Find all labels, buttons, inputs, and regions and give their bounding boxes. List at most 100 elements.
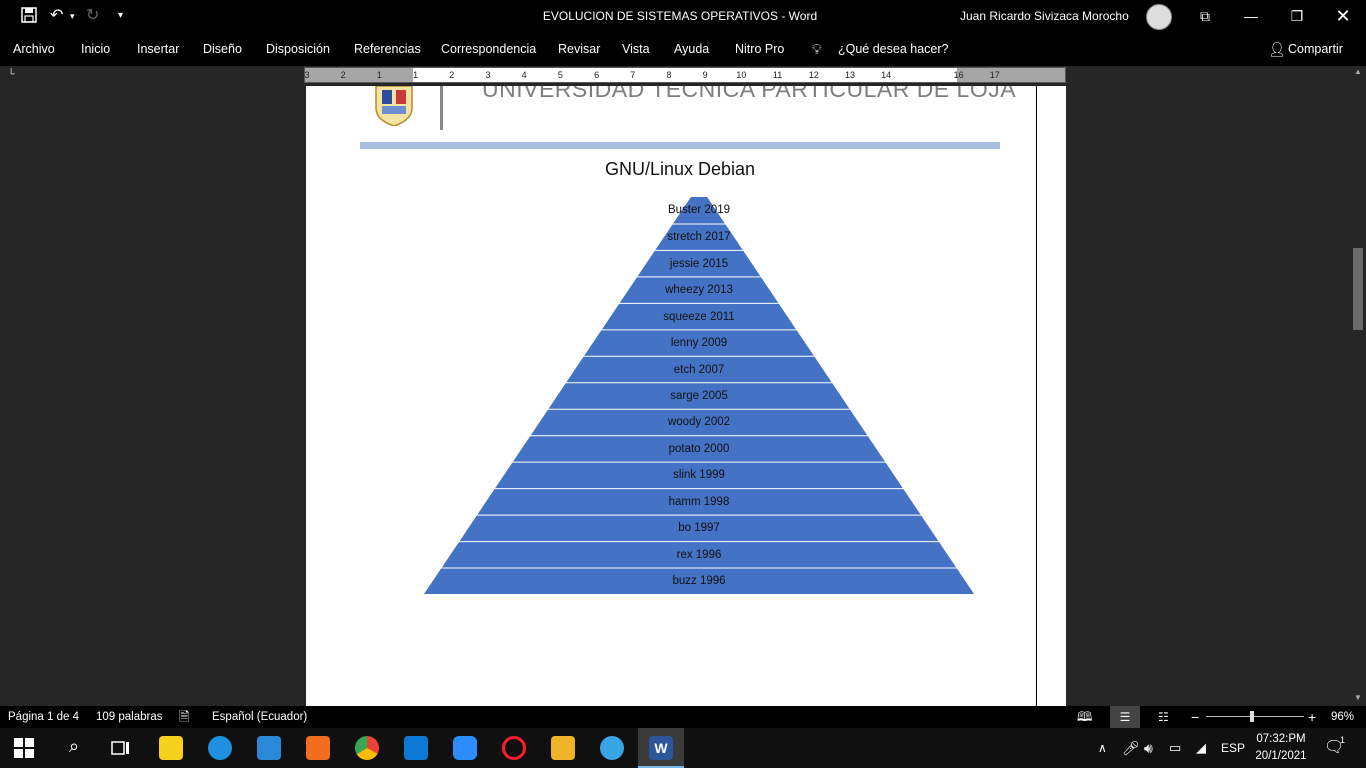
tab-insertar[interactable]: Insertar xyxy=(137,32,179,66)
undo-icon[interactable]: ↶ xyxy=(50,6,63,26)
pyramid-level-label: lenny 2009 xyxy=(670,337,728,350)
volume-icon[interactable]: 🔊︎ xyxy=(1144,728,1153,768)
pyramid-level-label: Buster 2019 xyxy=(667,204,730,217)
pyramid-level-label: rex 1996 xyxy=(676,548,722,561)
pyramid-level-label: jessie 2015 xyxy=(669,257,729,270)
ribbon-tabs: Archivo Inicio Insertar Diseño Disposici… xyxy=(0,32,1366,66)
ruler-number: 9 xyxy=(702,70,708,80)
tab-vista[interactable]: Vista xyxy=(622,32,650,66)
zoom-slider-knob[interactable] xyxy=(1250,711,1254,722)
ruler-row: └ 3 2 1 1 2 3 4 5 6 7 8 9 10 11 12 13 14 16 17 xyxy=(0,66,1366,86)
pyramid-level-label: potato 2000 xyxy=(668,442,730,455)
ruler-number: 14 xyxy=(881,70,892,80)
windows-start-icon[interactable] xyxy=(14,738,34,758)
tab-selector-icon[interactable]: └ xyxy=(4,68,18,82)
system-clock[interactable]: 07:32:PM 20/1/2021 xyxy=(1248,731,1314,765)
close-icon[interactable]: ✕ xyxy=(1320,0,1366,32)
pyramid-level-label: woody 2002 xyxy=(667,416,731,429)
pyramid-level-label: wheezy 2013 xyxy=(665,284,733,297)
pyramid-level-label: hamm 1998 xyxy=(668,495,730,508)
search-icon[interactable]: ⌕ xyxy=(62,736,86,760)
clock-date: 20/1/2021 xyxy=(1255,750,1307,762)
ruler-number: 8 xyxy=(666,70,672,80)
ribbon-display-options-icon[interactable]: ⧉ xyxy=(1182,0,1228,32)
tab-correspondencia[interactable]: Correspondencia xyxy=(441,32,536,66)
ruler-number: 10 xyxy=(736,70,747,80)
pyramid-level-label: stretch 2017 xyxy=(667,231,731,244)
file-explorer-icon[interactable] xyxy=(551,736,575,760)
store-icon[interactable] xyxy=(404,736,428,760)
restore-icon[interactable]: ❐ xyxy=(1274,0,1320,32)
lightbulb-icon: 💡︎ xyxy=(812,41,822,57)
tell-me-search[interactable]: ¿Qué desea hacer? xyxy=(838,32,949,66)
status-bar: Página 1 de 4 109 palabras 🗎︎ Español (E… xyxy=(0,706,1366,728)
scroll-up-icon[interactable]: ▲ xyxy=(1350,66,1366,78)
horizontal-ruler[interactable]: 3 2 1 1 2 3 4 5 6 7 8 9 10 11 12 13 14 16 17 xyxy=(304,67,1066,83)
zoom-level[interactable]: 96% xyxy=(1331,706,1354,728)
notification-count: 1 xyxy=(1340,735,1346,745)
language-status[interactable]: Español (Ecuador) xyxy=(212,706,307,728)
tab-diseno[interactable]: Diseño xyxy=(203,32,242,66)
proofing-icon[interactable]: 🗎︎ xyxy=(179,706,189,728)
tab-inicio[interactable]: Inicio xyxy=(81,32,110,66)
person-icon: 👤︎ xyxy=(1268,41,1286,57)
tab-disposicion[interactable]: Disposición xyxy=(266,32,330,66)
redo-icon[interactable]: ↻ xyxy=(86,6,99,26)
avatar[interactable] xyxy=(1146,4,1172,30)
tab-archivo[interactable]: Archivo xyxy=(13,32,55,66)
scroll-thumb[interactable] xyxy=(1353,248,1363,330)
zoom-app-icon[interactable] xyxy=(453,736,477,760)
tab-revisar[interactable]: Revisar xyxy=(558,32,600,66)
share-button[interactable]: Compartir xyxy=(1288,32,1343,66)
mail-icon[interactable] xyxy=(257,736,281,760)
customize-quick-access-icon[interactable]: ▾ xyxy=(118,6,123,26)
undo-dropdown-icon[interactable]: ▾ xyxy=(70,6,75,26)
read-mode-icon[interactable]: 🕮︎ xyxy=(1077,706,1092,728)
ruler-right-margin xyxy=(957,68,1065,82)
sticky-notes-icon[interactable] xyxy=(159,736,183,760)
pyramid-level-label: etch 2007 xyxy=(673,363,725,376)
print-layout-icon[interactable]: ☰ xyxy=(1110,706,1140,728)
ruler-number: 12 xyxy=(808,70,819,80)
task-view-icon[interactable] xyxy=(109,736,133,760)
ruler-number: 1 xyxy=(376,70,382,80)
ruler-number: 5 xyxy=(557,70,563,80)
network-icon[interactable]: ◢ xyxy=(1196,728,1206,768)
title-bar: ↶ ▾ ↻ ▾ EVOLUCION DE SISTEMAS OPERATIVOS… xyxy=(0,0,1366,32)
pyramid-level-label: buzz 1996 xyxy=(672,575,726,588)
chrome-icon[interactable] xyxy=(355,736,379,760)
opera-icon[interactable] xyxy=(502,736,526,760)
document-title: EVOLUCION DE SISTEMAS OPERATIVOS - Word xyxy=(542,9,818,23)
word-icon[interactable]: W xyxy=(649,736,673,760)
ruler-number: 2 xyxy=(340,70,346,80)
save-icon[interactable] xyxy=(20,6,38,30)
input-language[interactable]: ESP xyxy=(1221,728,1245,768)
ruler-number: 13 xyxy=(844,70,856,80)
web-layout-icon[interactable]: ☷ xyxy=(1158,706,1169,728)
app-icon[interactable] xyxy=(600,736,624,760)
tab-ayuda[interactable]: Ayuda xyxy=(674,32,709,66)
user-name[interactable]: Juan Ricardo Sivizaca Morocho xyxy=(960,0,1129,32)
edge-icon[interactable] xyxy=(208,736,232,760)
ruler-number: 3 xyxy=(485,70,491,80)
microphone-icon[interactable]: 🎤︎ xyxy=(1122,728,1140,768)
word-count[interactable]: 109 palabras xyxy=(96,706,163,728)
minimize-icon[interactable]: — xyxy=(1228,0,1274,32)
vertical-scrollbar[interactable]: ▲ ▼ xyxy=(1350,66,1366,706)
sublime-text-icon[interactable] xyxy=(306,736,330,760)
scroll-down-icon[interactable]: ▼ xyxy=(1350,692,1366,704)
ruler-number: 7 xyxy=(630,70,636,80)
zoom-out-icon[interactable]: − xyxy=(1191,706,1199,728)
zoom-slider[interactable] xyxy=(1206,716,1304,717)
pyramid-level-label: slink 1999 xyxy=(673,469,725,482)
show-hidden-icons[interactable]: ∧ xyxy=(1098,728,1107,768)
ruler-left-margin xyxy=(305,68,413,82)
tab-nitro-pro[interactable]: Nitro Pro xyxy=(735,32,784,66)
document-canvas: UNIVERSIDAD TÉCNICA PARTICULAR DE LOJA G… xyxy=(0,86,1350,706)
page-count[interactable]: Página 1 de 4 xyxy=(8,706,79,728)
zoom-in-icon[interactable]: + xyxy=(1308,706,1316,728)
battery-icon[interactable]: ▭ xyxy=(1169,728,1181,768)
tab-referencias[interactable]: Referencias xyxy=(354,32,421,66)
document-page[interactable]: UNIVERSIDAD TÉCNICA PARTICULAR DE LOJA G… xyxy=(306,86,1066,706)
ruler-number: 4 xyxy=(521,70,527,80)
